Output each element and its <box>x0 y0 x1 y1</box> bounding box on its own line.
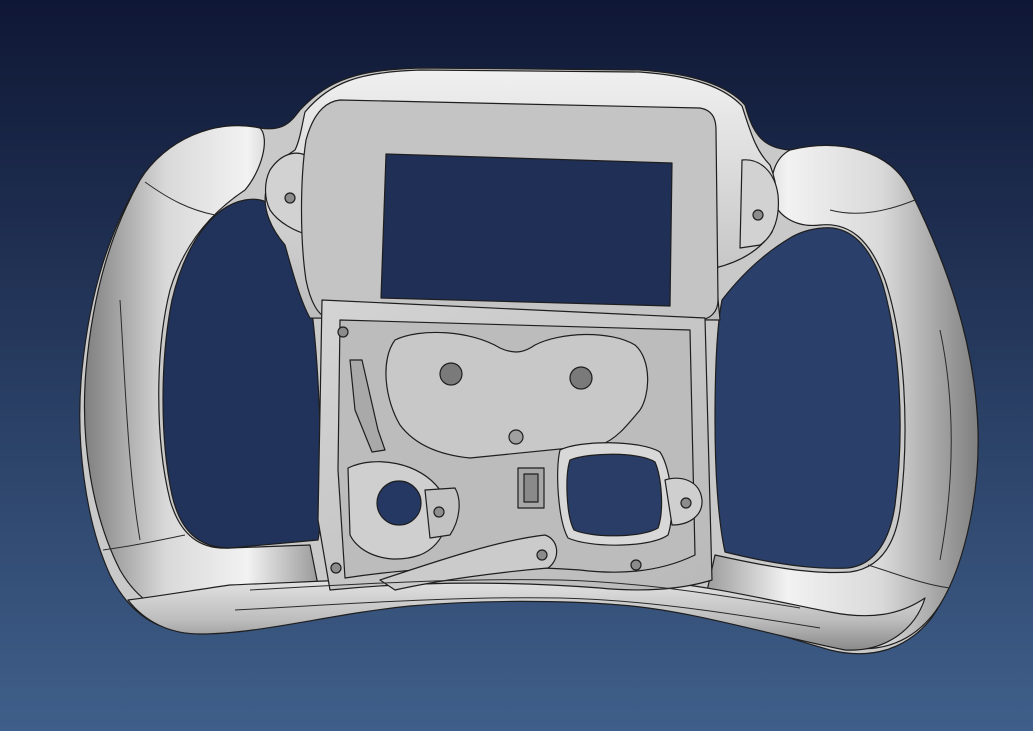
plate-screw-top-left <box>337 326 349 338</box>
button-hole-right[interactable] <box>569 366 593 390</box>
switch-opening[interactable] <box>566 453 663 537</box>
plate-screw-bottom-left <box>330 562 342 574</box>
paddle-pivot <box>536 549 548 561</box>
3d-scene[interactable] <box>0 0 1033 731</box>
left-mount-screw <box>284 192 296 204</box>
cad-viewport[interactable] <box>0 0 1033 731</box>
display-window <box>380 153 673 307</box>
right-mount-screw <box>752 209 764 221</box>
button-hole-left[interactable] <box>439 362 463 386</box>
hub-center-point <box>508 429 524 445</box>
plate-screw-bottom-right <box>630 559 642 571</box>
steering-wheel-model[interactable] <box>79 67 979 655</box>
lever-screw <box>433 506 445 518</box>
rotary-hole[interactable] <box>376 480 422 526</box>
right-grip-opening <box>714 227 901 569</box>
rect-slot-inner <box>523 473 539 503</box>
right-tab-screw <box>680 497 692 509</box>
